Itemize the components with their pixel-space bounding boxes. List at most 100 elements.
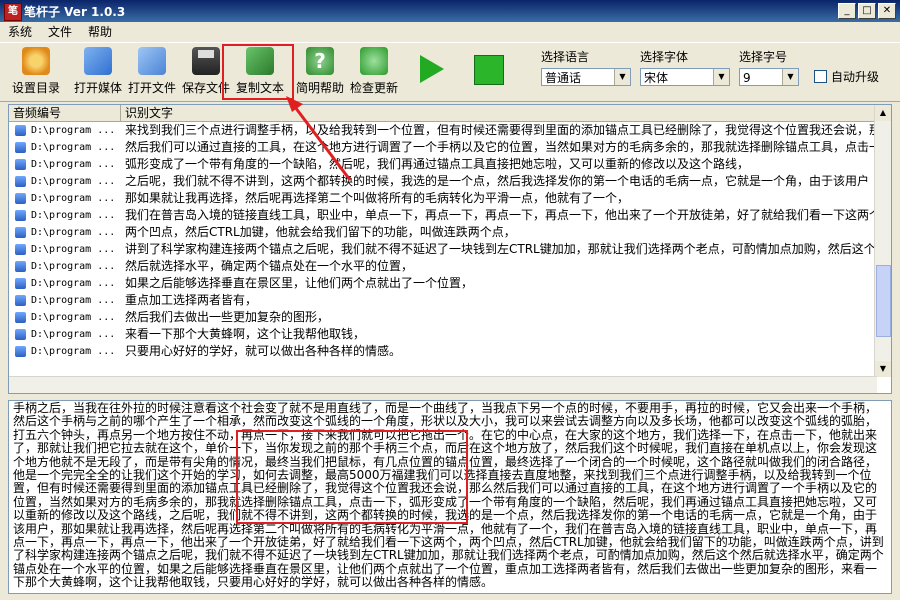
minimize-button[interactable]: _	[838, 3, 856, 19]
recognized-text: 然后我们可以通过直接的工具，在这个地方进行调置了一个手柄以及它的位置，当然如果对…	[125, 140, 892, 154]
list-item[interactable]: D:\program ... 两个凹点，然后CTRL加键，他就会给我们留下的功能，…	[9, 224, 877, 241]
menu-system[interactable]: 系统	[0, 22, 40, 42]
speaker-icon	[15, 278, 26, 289]
audio-path: D:\program ...	[31, 295, 116, 306]
speaker-icon	[15, 125, 26, 136]
audio-path: D:\program ...	[31, 227, 116, 238]
speaker-icon	[15, 329, 26, 340]
open-media-label: 打开媒体	[74, 81, 123, 95]
font-select[interactable]: 宋体 ▼	[640, 68, 730, 86]
menu-file[interactable]: 文件	[40, 22, 80, 42]
list-item[interactable]: D:\program ... 来看一下那个大黄蜂啊，这个让我帮他取钱，	[9, 326, 877, 343]
annotation-box-text	[236, 430, 468, 524]
play-icon[interactable]	[420, 55, 444, 83]
settings-button[interactable]: 设置目录	[12, 47, 60, 96]
list-header: 音频编号 识别文字	[9, 105, 877, 122]
open-media-button[interactable]: 打开媒体	[74, 47, 122, 96]
recognition-list[interactable]: 音频编号 识别文字 D:\program ... 来找到我们三个点进行调整手柄，以…	[8, 104, 892, 394]
list-item[interactable]: D:\program ... 然后我们可以通过直接的工具，在这个地方进行调置了一个…	[9, 139, 891, 156]
stop-icon[interactable]	[474, 55, 504, 85]
language-value: 普通话	[545, 71, 582, 85]
list-item[interactable]: D:\program ... 如果之后能够选择垂直在景区里，让他们两个点就出了一个…	[9, 275, 877, 292]
audio-path: D:\program ...	[31, 210, 116, 221]
open-file-button[interactable]: 打开文件	[128, 47, 176, 96]
audio-path: D:\program ...	[31, 193, 116, 204]
auto-upgrade-toggle[interactable]: 自动升级	[814, 68, 879, 85]
recognized-text: 之后呢，我们就不得不讲到，这两个都转换的时候，我选的是一个点，然后我选择发你的第…	[125, 174, 870, 188]
window-title: 笔杆子 Ver 1.0.3	[24, 5, 126, 19]
speaker-icon	[15, 261, 26, 272]
list-item[interactable]: D:\program ... 我们在普吉岛入境的链接直线工具，职业中，单点一下，再…	[9, 207, 881, 224]
audio-path: D:\program ...	[31, 278, 116, 289]
scroll-thumb[interactable]	[876, 265, 891, 337]
recognized-text: 讲到了科学家构建连接两个锚点之后呢，我们就不得不延迟了一块钱到左CTRL键加加，…	[125, 242, 876, 256]
language-label: 选择语言	[541, 50, 590, 64]
settings-label: 设置目录	[12, 81, 61, 95]
list-rows: D:\program ... 来找到我们三个点进行调整手柄，以及给我转到一个位置，…	[9, 122, 891, 360]
font-value: 宋体	[644, 71, 669, 85]
menu-bar: 系统 文件 帮助	[0, 22, 900, 42]
speaker-icon	[15, 312, 26, 323]
list-item[interactable]: D:\program ... 讲到了科学家构建连接两个锚点之后呢，我们就不得不延迟…	[9, 241, 877, 258]
speaker-icon	[15, 142, 26, 153]
audio-path: D:\program ...	[31, 125, 116, 136]
maximize-button[interactable]: □	[858, 3, 876, 19]
recognized-text: 如果之后能够选择垂直在景区里，让他们两个点就出了一个位置，	[125, 276, 474, 290]
recognized-text: 重点加工选择两者皆有，	[125, 293, 258, 307]
help-button[interactable]: ? 简明帮助	[296, 47, 344, 96]
refresh-icon	[360, 47, 388, 75]
audio-path: D:\program ...	[31, 312, 116, 323]
speaker-icon	[15, 244, 26, 255]
speaker-icon	[15, 193, 26, 204]
help-label: 简明帮助	[296, 81, 345, 95]
list-item[interactable]: D:\program ... 只要用心好好的学好，就可以做出各种各样的情感。	[9, 343, 877, 360]
list-item[interactable]: D:\program ... 然后我们去做出一些更加复杂的图形，	[9, 309, 877, 326]
recognized-text: 来找到我们三个点进行调整手柄，以及给我转到一个位置，但有时候还需要得到里面的添加…	[125, 123, 892, 137]
column-recognized-text[interactable]: 识别文字	[121, 105, 877, 121]
horizontal-scrollbar[interactable]	[9, 376, 877, 393]
chevron-down-icon: ▼	[782, 69, 798, 85]
auto-upgrade-checkbox[interactable]	[814, 70, 827, 83]
audio-path: D:\program ...	[31, 142, 116, 153]
check-update-label: 检查更新	[350, 81, 399, 95]
menu-help[interactable]: 帮助	[80, 22, 120, 42]
recognized-text: 来看一下那个大黄蜂啊，这个让我帮他取钱，	[125, 327, 366, 341]
list-item[interactable]: D:\program ... 来找到我们三个点进行调整手柄，以及给我转到一个位置，…	[9, 122, 891, 139]
audio-path: D:\program ...	[31, 346, 116, 357]
check-update-button[interactable]: 检查更新	[350, 47, 398, 96]
language-select[interactable]: 普通话 ▼	[541, 68, 631, 86]
speaker-icon	[15, 295, 26, 306]
recognized-text: 两个凹点，然后CTRL加键，他就会给我们留下的功能，叫做连跌两个点，	[125, 225, 516, 239]
recognized-text: 我们在普吉岛入境的链接直线工具，职业中，单点一下，再点一下，再点一下，再点一下，…	[125, 208, 882, 222]
recognized-text: 只要用心好好的学好，就可以做出各种各样的情感。	[125, 344, 402, 358]
annotation-box-copy	[222, 44, 294, 100]
list-item[interactable]: D:\program ... 重点加工选择两者皆有，	[9, 292, 877, 309]
chevron-down-icon: ▼	[713, 69, 729, 85]
audio-path: D:\program ...	[31, 329, 116, 340]
recognized-text: 然后就选择水平，确定两个锚点处在一个水平的位置，	[125, 259, 414, 273]
media-icon	[84, 47, 112, 75]
close-button[interactable]: ✕	[878, 3, 896, 19]
settings-folder-icon	[22, 47, 50, 75]
audio-path: D:\program ...	[31, 176, 116, 187]
open-file-label: 打开文件	[128, 81, 177, 95]
title-bar: 笔 笔杆子 Ver 1.0.3 _ □ ✕	[0, 0, 900, 22]
list-item[interactable]: D:\program ... 那如果就让我再选择，然后呢再选择第二个叫做将所有的毛…	[9, 190, 877, 207]
list-item[interactable]: D:\program ... 之后呢，我们就不得不讲到，这两个都转换的时候，我选的…	[9, 173, 877, 190]
scroll-down-icon[interactable]: ▼	[875, 361, 891, 377]
size-select[interactable]: 9 ▼	[739, 68, 799, 86]
speaker-icon	[15, 346, 26, 357]
recognized-text: 然后我们去做出一些更加复杂的图形，	[125, 310, 330, 324]
list-item[interactable]: D:\program ... 弧形变成了一个带有角度的一个缺陷，然后呢，我们再通过…	[9, 156, 877, 173]
file-icon	[138, 47, 166, 75]
vertical-scrollbar[interactable]: ▲ ▼	[874, 105, 891, 377]
column-audio-id[interactable]: 音频编号	[9, 105, 121, 121]
chevron-down-icon: ▼	[614, 69, 630, 85]
size-label: 选择字号	[739, 50, 788, 64]
recognized-text: 弧形变成了一个带有角度的一个缺陷，然后呢，我们再通过锚点工具直接把她忘啦，又可以…	[125, 157, 750, 171]
list-item[interactable]: D:\program ... 然后就选择水平，确定两个锚点处在一个水平的位置，	[9, 258, 877, 275]
floppy-disk-icon	[192, 47, 220, 75]
scroll-up-icon[interactable]: ▲	[875, 105, 891, 121]
size-value: 9	[743, 71, 751, 85]
recognized-text: 那如果就让我再选择，然后呢再选择第二个叫做将所有的毛病转化为平滑一点，他就有了一…	[125, 191, 630, 205]
